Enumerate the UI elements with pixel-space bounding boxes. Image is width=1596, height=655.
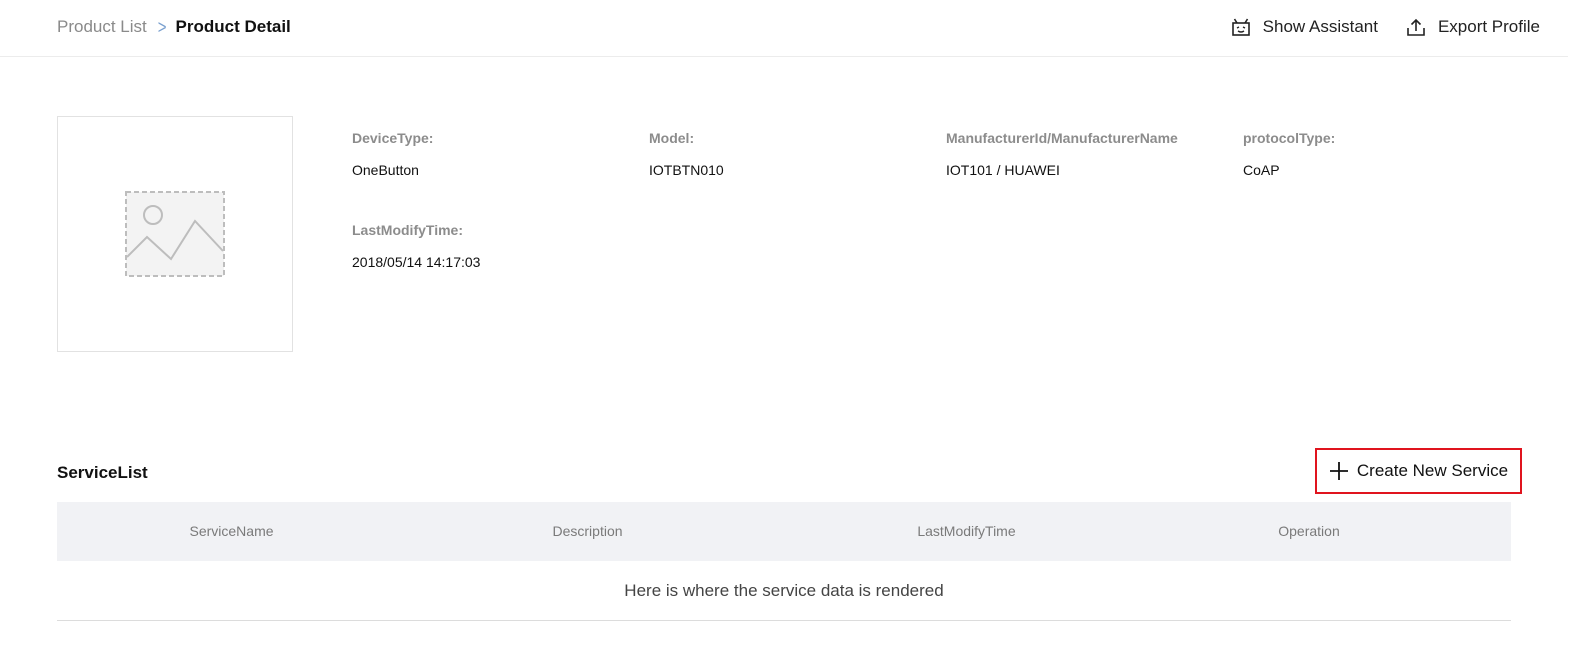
column-header-service-name[interactable]: ServiceName <box>57 502 406 561</box>
protocol-type-label: protocolType: <box>1243 130 1336 146</box>
column-header-description[interactable]: Description <box>406 502 769 561</box>
device-type-field: DeviceType: OneButton <box>352 130 433 178</box>
header-actions: Show Assistant Export Profile <box>1231 17 1540 37</box>
product-image <box>57 116 293 352</box>
model-field: Model: IOTBTN010 <box>649 130 724 178</box>
breadcrumb-current-page: Product Detail <box>175 17 291 36</box>
model-value: IOTBTN010 <box>649 162 724 178</box>
column-header-last-modify-time[interactable]: LastModifyTime <box>769 502 1164 561</box>
create-new-service-label: Create New Service <box>1356 461 1509 480</box>
show-assistant-button[interactable]: Show Assistant <box>1231 17 1378 37</box>
manufacturer-value: IOT101 / HUAWEI <box>946 162 1060 178</box>
breadcrumb: Product List > Product Detail <box>57 15 291 39</box>
last-modify-time-field: LastModifyTime: 2018/05/14 14:17:03 <box>352 222 480 270</box>
image-placeholder-icon <box>125 191 225 277</box>
device-type-label: DeviceType: <box>352 130 434 146</box>
service-table-body: Here is where the service data is render… <box>57 561 1511 621</box>
service-table-header: ServiceName Description LastModifyTime O… <box>57 502 1511 561</box>
last-modify-time-label: LastModifyTime: <box>352 222 463 238</box>
top-bar: Product List > Product Detail Show Assis… <box>0 0 1568 57</box>
show-assistant-label: Show Assistant <box>1262 17 1378 36</box>
breadcrumb-product-list[interactable]: Product List <box>57 17 147 37</box>
device-type-value: OneButton <box>352 162 419 178</box>
export-profile-label: Export Profile <box>1437 17 1540 36</box>
assistant-robot-icon <box>1231 18 1250 36</box>
column-header-operation[interactable]: Operation <box>1164 502 1454 561</box>
last-modify-time-value: 2018/05/14 14:17:03 <box>352 254 481 270</box>
export-upload-icon <box>1407 18 1425 36</box>
protocol-type-field: protocolType: CoAP <box>1243 130 1335 178</box>
model-label: Model: <box>649 130 695 146</box>
plus-icon <box>1329 462 1348 480</box>
empty-table-message: Here is where the service data is render… <box>624 580 944 600</box>
protocol-type-value: CoAP <box>1243 162 1280 178</box>
create-new-service-button[interactable]: Create New Service <box>1315 448 1522 494</box>
service-list-title: ServiceList <box>57 463 148 482</box>
export-profile-button[interactable]: Export Profile <box>1406 17 1540 37</box>
manufacturer-label: ManufacturerId/ManufacturerName <box>946 130 1178 146</box>
breadcrumb-separator: > <box>157 15 167 39</box>
manufacturer-field: ManufacturerId/ManufacturerName IOT101 /… <box>946 130 1178 178</box>
